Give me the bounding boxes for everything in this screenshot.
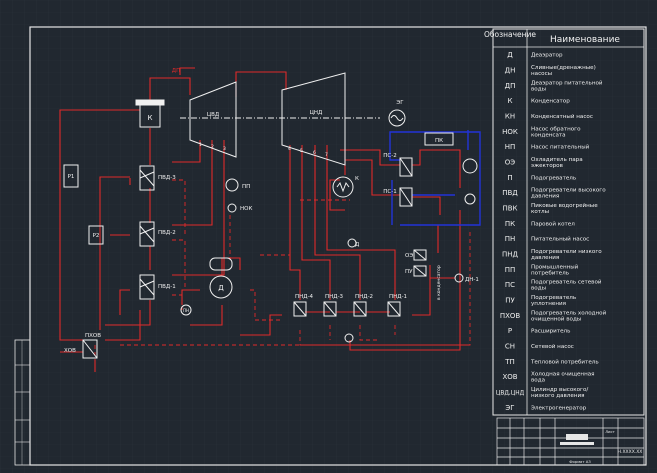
legend-code-9: ПВД [502,189,518,197]
legend-name-6: Насос питательный [531,144,590,151]
legend-name-20: Тепловой потребитель [530,358,599,365]
label-ps1: ПС-1 [383,189,396,195]
label-boiler-k: К [148,114,153,122]
title-sheet: Лист [605,429,615,434]
lp-bleed-6: 6 [313,150,316,156]
label-nok: НОК [240,206,252,212]
hp-bleed-1: 1 [199,142,202,148]
legend-name-4: Конденсатный насос [531,113,593,120]
label-hov: ХОВ [64,348,76,354]
label-pp: ПП [242,184,250,190]
label-ps2: ПС-2 [383,153,396,159]
legend-name-18: Расширитель [531,329,570,335]
legend-code-14: ПП [505,266,516,274]
title-doc-code: Н.ХХХХ.ХХ [618,449,643,455]
legend-code-2: ДП [505,82,516,90]
legend-code-11: ПК [505,220,515,228]
hp-bleed-2: 2 [211,144,214,150]
legend-header-name: Наименование [550,35,620,45]
legend-code-13: ПНД [502,251,519,259]
cad-drawing-canvas[interactable]: Обозначение Наименование Д ДеаэраторДН Сли… [0,0,657,473]
lp-bleed-5: 5 [300,148,303,154]
title-format: Формат А3 [569,459,591,464]
legend-name-8: Подогреватель [531,175,576,181]
legend-code-4: КН [505,113,515,121]
label-pnd2: ПНД-2 [355,294,373,300]
legend-code-20: ТП [504,358,515,366]
label-d-small: Д [355,242,360,248]
label-pnd1: ПНД-1 [389,294,407,300]
label-generator: ЭГ [396,100,404,106]
legend-code-22: ЦВД,ЦНД [496,391,525,397]
legend-code-1: ДН [505,67,516,75]
legend-name-23: Электрогенератор [531,405,587,411]
label-to-condenser: в конденсатор [437,265,442,300]
legend-code-16: ПУ [505,297,515,305]
label-r1: Р1 [68,174,75,180]
label-pnd4: ПНД-4 [295,294,314,300]
label-deaerator: Д [218,284,224,292]
label-pu: ПУ [405,269,413,275]
legend-name-11: Паровой котел [531,220,575,227]
label-pvd3: ПВД-3 [158,175,176,181]
legend-header-code: Обозначение [484,30,536,39]
legend-name-12: Питательный насос [531,236,589,243]
legend-code-21: ХОВ [502,373,517,381]
legend-code-10: ПВК [502,205,517,213]
legend-code-23: ЭГ [505,404,514,412]
legend-code-8: П [507,174,512,182]
label-pvd2: ПВД-2 [158,230,176,236]
label-dn1: ДН-1 [465,277,479,283]
label-pnd3: ПНД-3 [325,294,344,300]
label-steam-top: ДП [172,68,180,74]
legend-code-0: Д [507,51,513,59]
label-r2: Р2 [93,233,100,239]
legend-code-3: К [508,97,513,105]
label-phov: ПХОВ [85,333,101,339]
lp-bleed-4: 4 [288,146,291,152]
legend-code-6: НП [505,143,516,151]
legend-name-0: Деаэратор [531,53,563,59]
legend-code-17: ПХОВ [500,312,521,320]
label-pn: ПН [183,308,189,313]
legend-name-22: Цилиндр высокого/низкого давления [531,387,588,399]
legend-name-19: Сетевой насос [531,343,574,350]
legend-name-3: Конденсатор [531,99,570,105]
legend-code-18: Р [508,327,512,335]
lp-bleed-7: 7 [325,152,328,158]
label-oe: ОЭ [405,253,413,259]
boiler-drum [135,99,165,106]
legend-code-12: ПН [505,235,516,243]
hp-bleed-3: 3 [223,146,226,152]
label-pk: ПК [435,138,443,144]
label-condenser: К [355,176,359,182]
label-pvd1: ПВД-1 [158,284,176,290]
legend-code-19: СН [505,343,515,351]
legend-code-5: НОК [502,128,518,136]
legend-code-15: ПС [505,281,515,289]
legend-code-7: ОЭ [505,159,516,167]
label-hp-turbine: ЦВД [207,112,220,118]
label-lp-turbine: ЦНД [310,110,323,116]
